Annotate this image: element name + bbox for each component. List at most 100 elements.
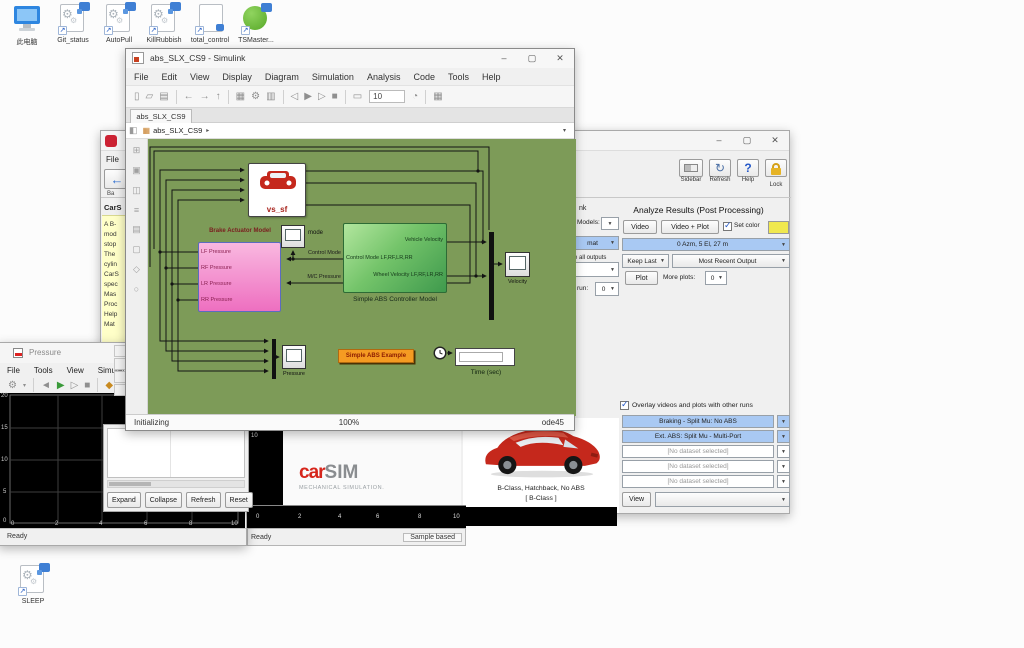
desktop-icon-sleep[interactable]: ⚙⚙ ↗ SLEEP	[10, 565, 56, 605]
video-plot-button[interactable]: Video + Plot	[661, 220, 719, 234]
palette-icon[interactable]: ▣	[132, 165, 141, 176]
new-model-icon[interactable]: ▯	[134, 91, 140, 102]
more-plots-dropdown[interactable]: 0▼	[705, 271, 727, 285]
desktop-icon-autopull[interactable]: ⚙⚙ ↗ AutoPull	[96, 4, 142, 44]
scope-icon[interactable]: ▭	[353, 91, 362, 102]
more-tools-icon[interactable]: ▦	[433, 91, 442, 102]
desktop-icon-git-status[interactable]: ⚙⚙ ↗ Git_status	[50, 4, 96, 44]
palette-icon[interactable]: ○	[134, 284, 139, 294]
step-forward-icon[interactable]: ▷	[71, 380, 79, 391]
fast-restart-icon[interactable]: ◔	[412, 91, 418, 102]
menu-edit[interactable]: Edit	[162, 72, 178, 82]
forward-icon[interactable]: →	[200, 91, 210, 102]
video-button[interactable]: Video	[623, 220, 657, 234]
maximize-button[interactable]: ▢	[518, 49, 546, 67]
model-settings-icon[interactable]: ▥	[266, 91, 275, 102]
palette-icon[interactable]: ⊞	[133, 145, 141, 156]
dataset-dropdown-2-arrow[interactable]: ▼	[777, 430, 790, 443]
pane-toggle-icon[interactable]: ◧	[129, 125, 138, 136]
dataset-dropdown-3[interactable]: [No dataset selected]	[622, 445, 774, 458]
desktop-icon-this-pc[interactable]: 此电脑	[4, 4, 50, 47]
step-back-icon[interactable]: ◁	[291, 91, 299, 102]
stop-icon[interactable]: ■	[84, 380, 90, 391]
reset-button[interactable]: Reset	[225, 492, 253, 508]
view-button[interactable]: View	[622, 492, 651, 507]
settings-gear-icon[interactable]: ⚙	[8, 380, 17, 391]
palette-icon[interactable]: ◫	[132, 185, 141, 196]
lock-button[interactable]	[765, 159, 787, 177]
rewind-icon[interactable]: ◄	[41, 380, 51, 391]
expand-button[interactable]: Expand	[107, 492, 141, 508]
desktop-icon-total-control[interactable]: ↗ total_control	[187, 4, 233, 44]
brake-actuator-block[interactable]: LF Pressure RF Pressure LR Pressure RR P…	[198, 242, 281, 312]
sim-stop-time-input[interactable]	[369, 90, 405, 103]
simulink-canvas[interactable]: vs_sf Brake Actuator Model LF Pressure R…	[148, 139, 576, 416]
breadcrumb-dropdown-icon[interactable]: ▾	[563, 127, 566, 134]
menu-tools[interactable]: Tools	[448, 72, 469, 82]
menu-diagram[interactable]: Diagram	[265, 72, 299, 82]
pressure-scope-block[interactable]	[282, 345, 306, 369]
dataset-dropdown-1-arrow[interactable]: ▼	[777, 415, 790, 428]
mode-scope-block[interactable]	[281, 225, 305, 248]
file-menu[interactable]: File	[106, 155, 119, 164]
config-gear-icon[interactable]: ⚙	[251, 91, 260, 102]
close-button[interactable]: ✕	[761, 131, 789, 149]
collapse-button[interactable]: Collapse	[145, 492, 182, 508]
run-icon[interactable]: ▶	[57, 380, 65, 391]
vs-sf-block[interactable]: vs_sf	[248, 163, 306, 217]
abs-controller-block[interactable]: Vehicle Velocity Control Mode LF,RF,LR,R…	[343, 223, 447, 293]
pressure-mux[interactable]	[272, 339, 276, 379]
desktop-icon-killrubbish[interactable]: ⚙⚙ ↗ KillRubbish	[141, 4, 187, 44]
close-button[interactable]: ✕	[546, 49, 574, 67]
open-icon[interactable]: ▱	[146, 91, 154, 102]
dataset-dropdown-5[interactable]: [No dataset selected]	[622, 475, 774, 488]
dataset-dropdown-4[interactable]: [No dataset selected]	[622, 460, 774, 473]
minimize-button[interactable]: –	[705, 131, 733, 149]
save-icon[interactable]: ▤	[159, 91, 168, 102]
dataset-dropdown-5-arrow[interactable]: ▼	[777, 475, 790, 488]
step-forward-icon[interactable]: ▷	[318, 91, 326, 102]
echo-file-dropdown[interactable]: ▼	[655, 492, 790, 507]
menu-file[interactable]: File	[7, 366, 20, 375]
palette-icon[interactable]: ◇	[133, 264, 140, 275]
color-swatch[interactable]	[768, 221, 789, 234]
camera-view-dropdown[interactable]: 0 Azm, 5 El, 27 m▼	[622, 238, 790, 251]
refresh-button[interactable]: Refresh	[186, 492, 221, 508]
dataset-dropdown-4-arrow[interactable]: ▼	[777, 460, 790, 473]
menu-view[interactable]: View	[190, 72, 209, 82]
velocity-scope-block[interactable]	[505, 252, 530, 277]
plot-button[interactable]: Plot	[625, 271, 658, 285]
dataset-dropdown-2[interactable]: Ext. ABS: Split Mu - Multi-Port	[622, 430, 774, 443]
tree-list-area[interactable]	[107, 428, 245, 478]
menu-help[interactable]: Help	[482, 72, 501, 82]
menu-simulation[interactable]: Simulation	[312, 72, 354, 82]
menu-tools[interactable]: Tools	[34, 366, 53, 375]
dropdown-caret-icon[interactable]: ▾	[23, 382, 26, 389]
run-icon[interactable]: ▶	[304, 91, 312, 102]
dataset-dropdown-1[interactable]: Braking - Split Mu: No ABS	[622, 415, 774, 428]
palette-icon[interactable]: ▢	[132, 244, 141, 255]
palette-icon[interactable]: ≡	[134, 205, 139, 215]
clock-block[interactable]	[433, 346, 447, 360]
menu-analysis[interactable]: Analysis	[367, 72, 401, 82]
time-display-block[interactable]	[455, 348, 515, 366]
library-browser-icon[interactable]: ▦	[236, 91, 245, 102]
breadcrumb-model[interactable]: abs_SLX_CS9	[153, 126, 202, 135]
velocity-mux[interactable]	[489, 232, 494, 320]
set-color-checkbox[interactable]: ✓	[723, 222, 732, 231]
menu-code[interactable]: Code	[413, 72, 435, 82]
back-icon[interactable]: ←	[184, 91, 194, 102]
minimize-button[interactable]: –	[490, 49, 518, 67]
palette-icon[interactable]: ▤	[132, 224, 141, 235]
maximize-button[interactable]: ▢	[733, 131, 761, 149]
keep-last-dropdown[interactable]: Keep Last▼	[622, 254, 669, 268]
stop-icon[interactable]: ■	[332, 91, 338, 102]
output-mode-dropdown[interactable]: Most Recent Output▼	[672, 254, 790, 268]
menu-display[interactable]: Display	[222, 72, 252, 82]
dataset-dropdown-3-arrow[interactable]: ▼	[777, 445, 790, 458]
overlay-checkbox[interactable]: ✓	[620, 401, 629, 410]
up-icon[interactable]: ↑	[216, 91, 221, 102]
help-button[interactable]: ?	[737, 159, 759, 177]
horizontal-scrollbar[interactable]	[107, 480, 245, 488]
desktop-icon-tsmaster[interactable]: ↗ TSMaster...	[233, 4, 279, 44]
